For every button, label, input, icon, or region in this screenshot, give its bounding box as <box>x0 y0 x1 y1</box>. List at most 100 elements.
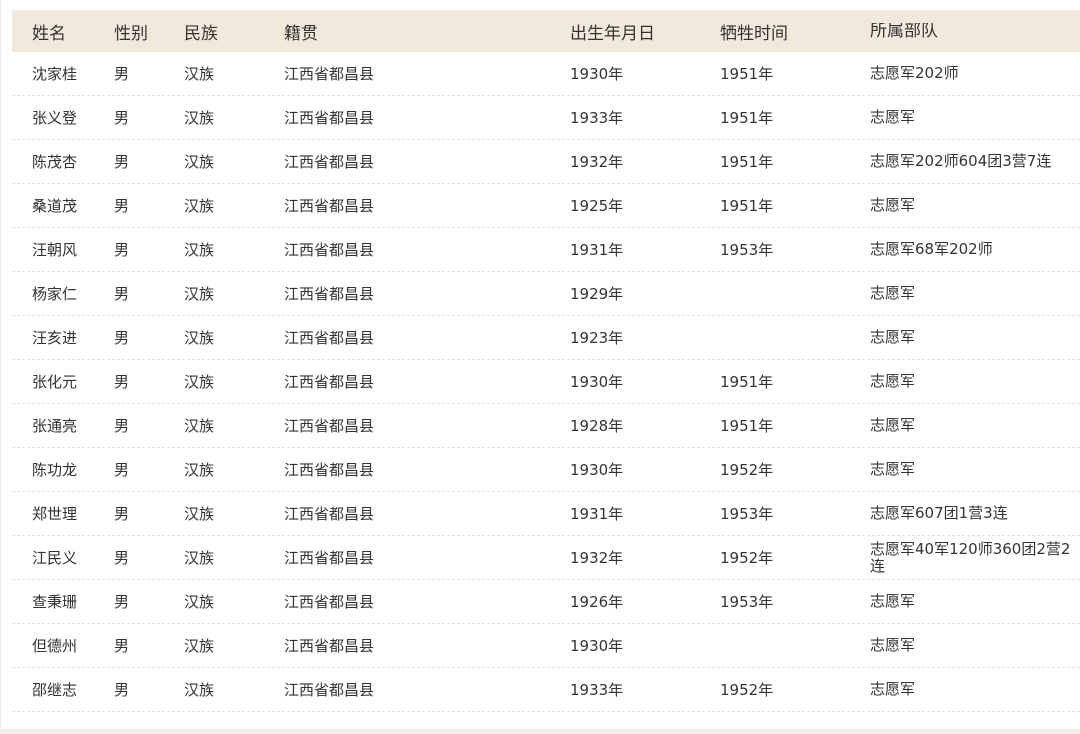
cell-birth: 1933年 <box>570 681 624 699</box>
cell-name: 沈家桂 <box>32 65 78 83</box>
cell-unit: 志愿军 <box>870 373 916 390</box>
cell-origin: 江西省都昌县 <box>284 109 375 127</box>
frame-left-border <box>0 0 1 734</box>
cell-ethnicity: 汉族 <box>184 681 215 699</box>
cell-gender: 男 <box>114 549 130 567</box>
cell-name: 张化元 <box>32 373 78 391</box>
header-unit: 所属部队 <box>870 22 938 40</box>
cell-origin: 江西省都昌县 <box>284 373 375 391</box>
cell-origin: 江西省都昌县 <box>284 241 375 259</box>
cell-birth: 1930年 <box>570 373 624 391</box>
cell-origin: 江西省都昌县 <box>284 153 375 171</box>
cell-death: 1951年 <box>720 197 774 215</box>
cell-ethnicity: 汉族 <box>184 461 215 479</box>
cell-origin: 江西省都昌县 <box>284 285 375 303</box>
cell-gender: 男 <box>114 373 130 391</box>
cell-ethnicity: 汉族 <box>184 549 215 567</box>
cell-name: 杨家仁 <box>32 285 78 303</box>
cell-name: 郑世理 <box>32 505 78 523</box>
cell-death: 1951年 <box>720 65 774 83</box>
cell-ethnicity: 汉族 <box>184 329 215 347</box>
cell-name: 汪朝风 <box>32 241 78 259</box>
header-birth: 出生年月日 <box>570 23 655 44</box>
cell-ethnicity: 汉族 <box>184 65 215 83</box>
cell-gender: 男 <box>114 329 130 347</box>
cell-birth: 1928年 <box>570 417 624 435</box>
cell-unit: 志愿军 <box>870 637 916 654</box>
cell-birth: 1931年 <box>570 505 624 523</box>
cell-birth: 1923年 <box>570 329 624 347</box>
cell-birth: 1930年 <box>570 65 624 83</box>
cell-ethnicity: 汉族 <box>184 153 215 171</box>
table-row: 张化元 男 汉族 江西省都昌县 1930年 1951年 志愿军 <box>12 360 1080 404</box>
cell-origin: 江西省都昌县 <box>284 461 375 479</box>
cell-ethnicity: 汉族 <box>184 637 215 655</box>
cell-ethnicity: 汉族 <box>184 109 215 127</box>
table-row: 张义登 男 汉族 江西省都昌县 1933年 1951年 志愿军 <box>12 96 1080 140</box>
cell-name: 桑道茂 <box>32 197 78 215</box>
header-origin: 籍贯 <box>284 23 318 44</box>
cell-gender: 男 <box>114 285 130 303</box>
cell-death: 1951年 <box>720 153 774 171</box>
cell-unit: 志愿军 <box>870 285 916 302</box>
table-row: 陈功龙 男 汉族 江西省都昌县 1930年 1952年 志愿军 <box>12 448 1080 492</box>
cell-death: 1951年 <box>720 417 774 435</box>
table-row: 但德州 男 汉族 江西省都昌县 1930年 志愿军 <box>12 624 1080 668</box>
cell-birth: 1925年 <box>570 197 624 215</box>
header-name: 姓名 <box>32 23 66 44</box>
header-gender: 性别 <box>114 23 148 44</box>
frame-bottom-border <box>0 729 1080 734</box>
cell-ethnicity: 汉族 <box>184 505 215 523</box>
cell-ethnicity: 汉族 <box>184 417 215 435</box>
cell-death: 1952年 <box>720 681 774 699</box>
cell-gender: 男 <box>114 241 130 259</box>
cell-name: 查秉珊 <box>32 593 78 611</box>
cell-origin: 江西省都昌县 <box>284 65 375 83</box>
table-row: 陈茂杏 男 汉族 江西省都昌县 1932年 1951年 志愿军202师604团3营7连 <box>12 140 1080 184</box>
page: 姓名 性别 民族 籍贯 出生年月日 牺牲时间 所属部队 沈家桂男汉族 江西省都昌县… <box>0 0 1080 734</box>
table-row: 郑世理 男 汉族 江西省都昌县 1931年 1953年 志愿军607团1营3连 <box>12 492 1080 536</box>
cell-origin: 江西省都昌县 <box>284 329 375 347</box>
table-row: 查秉珊 男 汉族 江西省都昌县 1926年 1953年 志愿军 <box>12 580 1080 624</box>
cell-death: 1952年 <box>720 461 774 479</box>
cell-death: 1952年 <box>720 549 774 567</box>
cell-gender: 男 <box>114 109 130 127</box>
cell-gender: 男 <box>114 153 130 171</box>
header-ethnicity: 民族 <box>184 23 218 44</box>
cell-name: 邵继志 <box>32 681 78 699</box>
cell-origin: 江西省都昌县 <box>284 593 375 611</box>
table-row: 沈家桂 男 汉族 江西省都昌县 1930年 1951年 志愿军202师 <box>12 52 1080 96</box>
cell-gender: 男 <box>114 681 130 699</box>
cell-birth: 1926年 <box>570 593 624 611</box>
cell-birth: 1932年 <box>570 153 624 171</box>
cell-gender: 男 <box>114 197 130 215</box>
cell-origin: 江西省都昌县 <box>284 417 375 435</box>
table-row: 桑道茂 男 汉族 江西省都昌县 1925年 1951年 志愿军 <box>12 184 1080 228</box>
cell-gender: 男 <box>114 65 130 83</box>
cell-origin: 江西省都昌县 <box>284 505 375 523</box>
cell-birth: 1932年 <box>570 549 624 567</box>
cell-name: 陈功龙 <box>32 461 78 479</box>
cell-birth: 1933年 <box>570 109 624 127</box>
cell-origin: 江西省都昌县 <box>284 681 375 699</box>
cell-name: 张通亮 <box>32 417 78 435</box>
cell-unit: 志愿军 <box>870 109 916 126</box>
cell-gender: 男 <box>114 637 130 655</box>
table-row: 邵继志 男 汉族 江西省都昌县 1933年 1952年 志愿军 <box>12 668 1080 712</box>
header-death: 牺牲时间 <box>720 23 788 44</box>
cell-name: 但德州 <box>32 637 78 655</box>
cell-unit: 志愿军202师604团3营7连 <box>870 153 1052 170</box>
cell-unit: 志愿军 <box>870 197 916 214</box>
cell-unit: 志愿军 <box>870 461 916 478</box>
cell-gender: 男 <box>114 505 130 523</box>
cell-origin: 江西省都昌县 <box>284 637 375 655</box>
table-row: 汪亥进 男 汉族 江西省都昌县 1923年 志愿军 <box>12 316 1080 360</box>
cell-unit: 志愿军202师 <box>870 65 959 82</box>
cell-birth: 1930年 <box>570 461 624 479</box>
cell-name: 江民义 <box>32 549 78 567</box>
table-row: 汪朝风 男 汉族 江西省都昌县 1931年 1953年 志愿军68军202师 <box>12 228 1080 272</box>
cell-name: 汪亥进 <box>32 329 78 347</box>
cell-unit: 志愿军607团1营3连 <box>870 505 1008 522</box>
cell-ethnicity: 汉族 <box>184 593 215 611</box>
cell-gender: 男 <box>114 593 130 611</box>
